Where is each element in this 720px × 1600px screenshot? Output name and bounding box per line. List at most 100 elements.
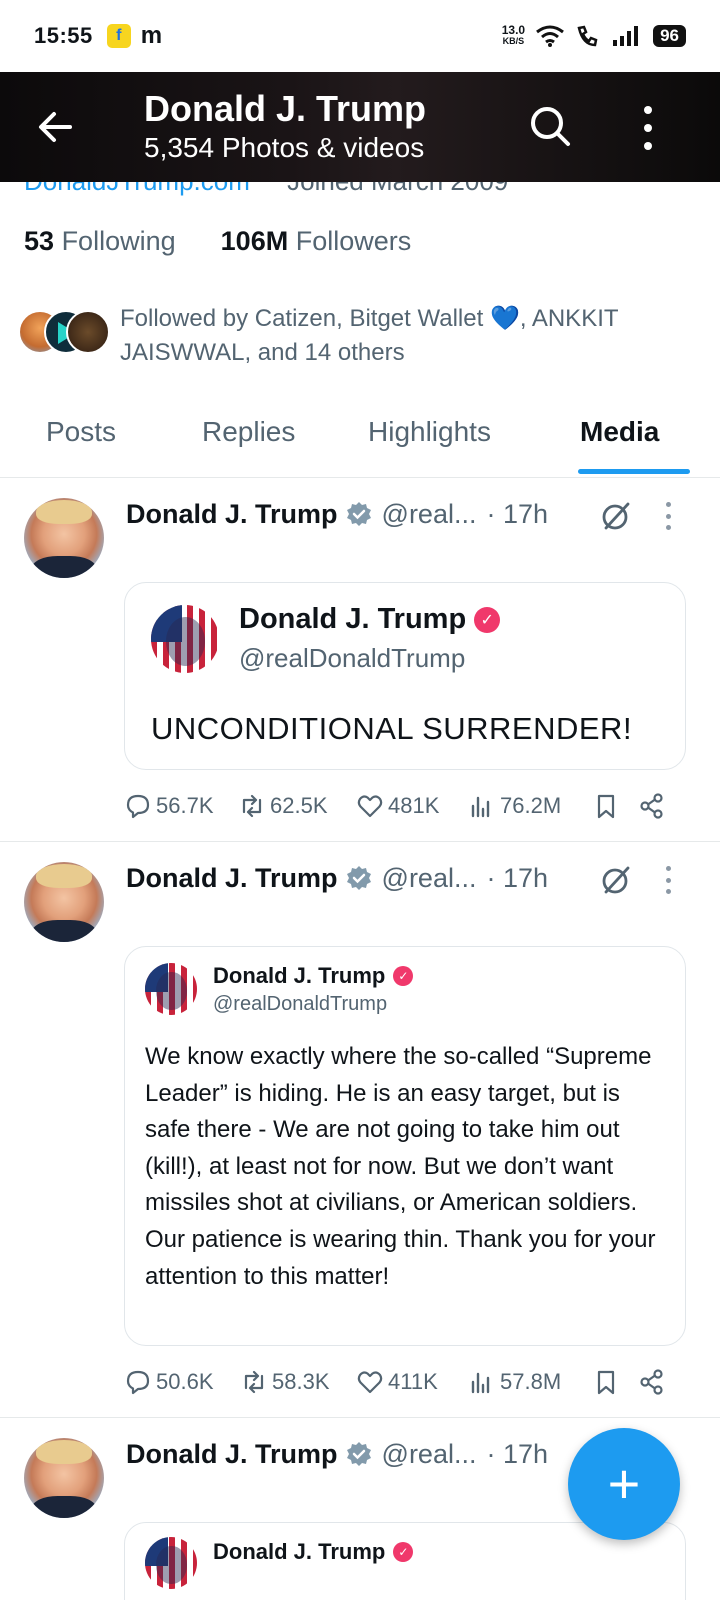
card-author-name: Donald J. Trump bbox=[213, 963, 386, 988]
post-actions: 56.7K 62.5K 481K 76.2M bbox=[124, 788, 684, 824]
heart-emoji-icon: 💙 bbox=[489, 305, 520, 332]
more-vertical-icon[interactable] bbox=[640, 106, 656, 150]
share-icon bbox=[640, 1369, 663, 1395]
card-avatar bbox=[145, 1537, 197, 1589]
repost-button[interactable]: 58.3K bbox=[240, 1368, 356, 1396]
status-indicators: 13.0 KB/S 96 bbox=[502, 24, 686, 48]
following-link[interactable]: 53 Following bbox=[24, 226, 176, 256]
signal-icon bbox=[613, 26, 639, 46]
tab-media[interactable]: Media bbox=[580, 416, 659, 448]
repost-icon bbox=[242, 794, 262, 818]
card-author: Donald J. Trump ✓ bbox=[239, 603, 501, 636]
post-author-name[interactable]: Donald J. Trump bbox=[126, 863, 338, 894]
clock: 15:55 bbox=[34, 23, 93, 48]
post-more-icon[interactable] bbox=[666, 866, 672, 894]
card-avatar bbox=[145, 963, 197, 1015]
notification-app-icon: m bbox=[140, 22, 163, 49]
share-button[interactable] bbox=[638, 1368, 670, 1396]
profile-tabs: Posts Replies Highlights Media bbox=[0, 400, 720, 478]
like-count: 411K bbox=[388, 1369, 438, 1394]
card-text: We know exactly where the so-called “Sup… bbox=[145, 1043, 656, 1290]
views-count: 57.8M bbox=[500, 1369, 562, 1394]
card-author-name: Donald J. Trump bbox=[213, 1539, 386, 1564]
post-header: Donald J. Trump @real... · 17h bbox=[126, 494, 548, 534]
following-label: Following bbox=[61, 226, 176, 256]
post-author-name[interactable]: Donald J. Trump bbox=[126, 499, 338, 530]
views-button[interactable]: 76.2M bbox=[468, 792, 592, 820]
post-more-icon[interactable] bbox=[666, 502, 672, 530]
post-time: · 17h bbox=[486, 498, 549, 529]
views-count: 76.2M bbox=[500, 793, 562, 818]
heart-icon bbox=[357, 1371, 383, 1394]
avatar[interactable] bbox=[24, 862, 104, 942]
followed-by-text: Followed by Catizen, Bitget Wallet 💙, AN… bbox=[120, 302, 690, 370]
tab-posts[interactable]: Posts bbox=[46, 416, 116, 448]
followers-link[interactable]: 106M Followers bbox=[221, 226, 412, 256]
card-author: Donald J. Trump ✓ bbox=[213, 1539, 414, 1565]
grok-icon[interactable] bbox=[600, 864, 632, 896]
arrow-left-icon[interactable] bbox=[34, 106, 76, 148]
post-handle[interactable]: @real... bbox=[382, 1439, 477, 1470]
avatar bbox=[66, 310, 110, 354]
quoted-image-card[interactable]: Donald J. Trump ✓ @realDonaldTrump We kn… bbox=[124, 946, 686, 1346]
share-icon bbox=[640, 793, 663, 819]
heart-icon bbox=[357, 795, 383, 818]
header-subtitle: 5,354 Photos & videos bbox=[144, 132, 425, 163]
bookmark-button[interactable] bbox=[592, 1368, 638, 1396]
network-speed-unit: KB/S bbox=[502, 36, 525, 46]
post-time: · 17h bbox=[486, 862, 549, 893]
wifi-icon bbox=[536, 25, 564, 47]
verified-badge-icon bbox=[346, 866, 371, 890]
repost-count: 58.3K bbox=[272, 1369, 330, 1394]
post-header: Donald J. Trump @real... · 17h bbox=[126, 1434, 548, 1474]
search-icon[interactable] bbox=[528, 104, 572, 148]
views-button[interactable]: 57.8M bbox=[468, 1368, 592, 1396]
reply-button[interactable]: 50.6K bbox=[124, 1368, 240, 1396]
reply-button[interactable]: 56.7K bbox=[124, 792, 238, 820]
flipkart-app-icon: f bbox=[106, 24, 131, 48]
post-handle[interactable]: @real... bbox=[382, 499, 477, 530]
views-icon bbox=[471, 1372, 490, 1394]
verified-badge-icon: ✓ bbox=[393, 1542, 414, 1562]
repost-count: 62.5K bbox=[270, 793, 328, 818]
header-title: Donald J. Trump bbox=[144, 88, 427, 129]
quoted-image-card[interactable]: Donald J. Trump ✓ @realDonaldTrump UNCON… bbox=[124, 582, 686, 770]
grok-icon[interactable] bbox=[600, 500, 632, 532]
profile-header-bar: Donald J. Trump 5,354 Photos & videos bbox=[0, 72, 720, 182]
followers-count: 106M bbox=[220, 226, 289, 256]
post[interactable]: Donald J. Trump @real... · 17h Donald J.… bbox=[0, 478, 720, 842]
network-speed-value: 13.0 bbox=[501, 23, 526, 37]
like-button[interactable]: 481K bbox=[356, 792, 468, 820]
battery-indicator: 96 bbox=[653, 25, 686, 47]
active-tab-indicator bbox=[578, 469, 690, 474]
tab-highlights[interactable]: Highlights bbox=[368, 416, 491, 448]
post-author-name[interactable]: Donald J. Trump bbox=[126, 1439, 338, 1470]
compose-button[interactable]: + bbox=[568, 1428, 680, 1540]
reply-count: 50.6K bbox=[156, 1369, 214, 1394]
card-text: UNCONDITIONAL SURRENDER! bbox=[151, 711, 633, 746]
share-button[interactable] bbox=[638, 792, 670, 820]
card-author-name: Donald J. Trump bbox=[239, 603, 467, 635]
network-speed: 13.0 KB/S bbox=[501, 23, 526, 47]
avatar[interactable] bbox=[24, 498, 104, 578]
tab-replies[interactable]: Replies bbox=[202, 416, 295, 448]
following-count: 53 bbox=[24, 226, 55, 256]
verified-badge-icon: ✓ bbox=[474, 606, 501, 633]
repost-icon bbox=[244, 1370, 264, 1394]
repost-button[interactable]: 62.5K bbox=[238, 792, 356, 820]
bookmark-icon bbox=[597, 794, 615, 819]
post-time: · 17h bbox=[486, 1438, 549, 1469]
card-handle: @realDonaldTrump bbox=[213, 993, 388, 1015]
followed-by-row[interactable]: Followed by Catizen, Bitget Wallet 💙, AN… bbox=[18, 300, 698, 380]
wifi-call-icon bbox=[577, 25, 598, 47]
like-button[interactable]: 411K bbox=[356, 1368, 468, 1396]
header-titles: Donald J. Trump 5,354 Photos & videos bbox=[144, 88, 426, 166]
avatar[interactable] bbox=[24, 1438, 104, 1518]
bookmark-button[interactable] bbox=[592, 792, 638, 820]
follower-avatars bbox=[18, 310, 114, 358]
card-author: Donald J. Trump ✓ bbox=[213, 963, 414, 989]
views-icon bbox=[471, 796, 490, 818]
verified-badge-icon bbox=[346, 502, 371, 526]
post[interactable]: Donald J. Trump @real... · 17h Donald J.… bbox=[0, 842, 720, 1418]
post-handle[interactable]: @real... bbox=[382, 863, 477, 894]
